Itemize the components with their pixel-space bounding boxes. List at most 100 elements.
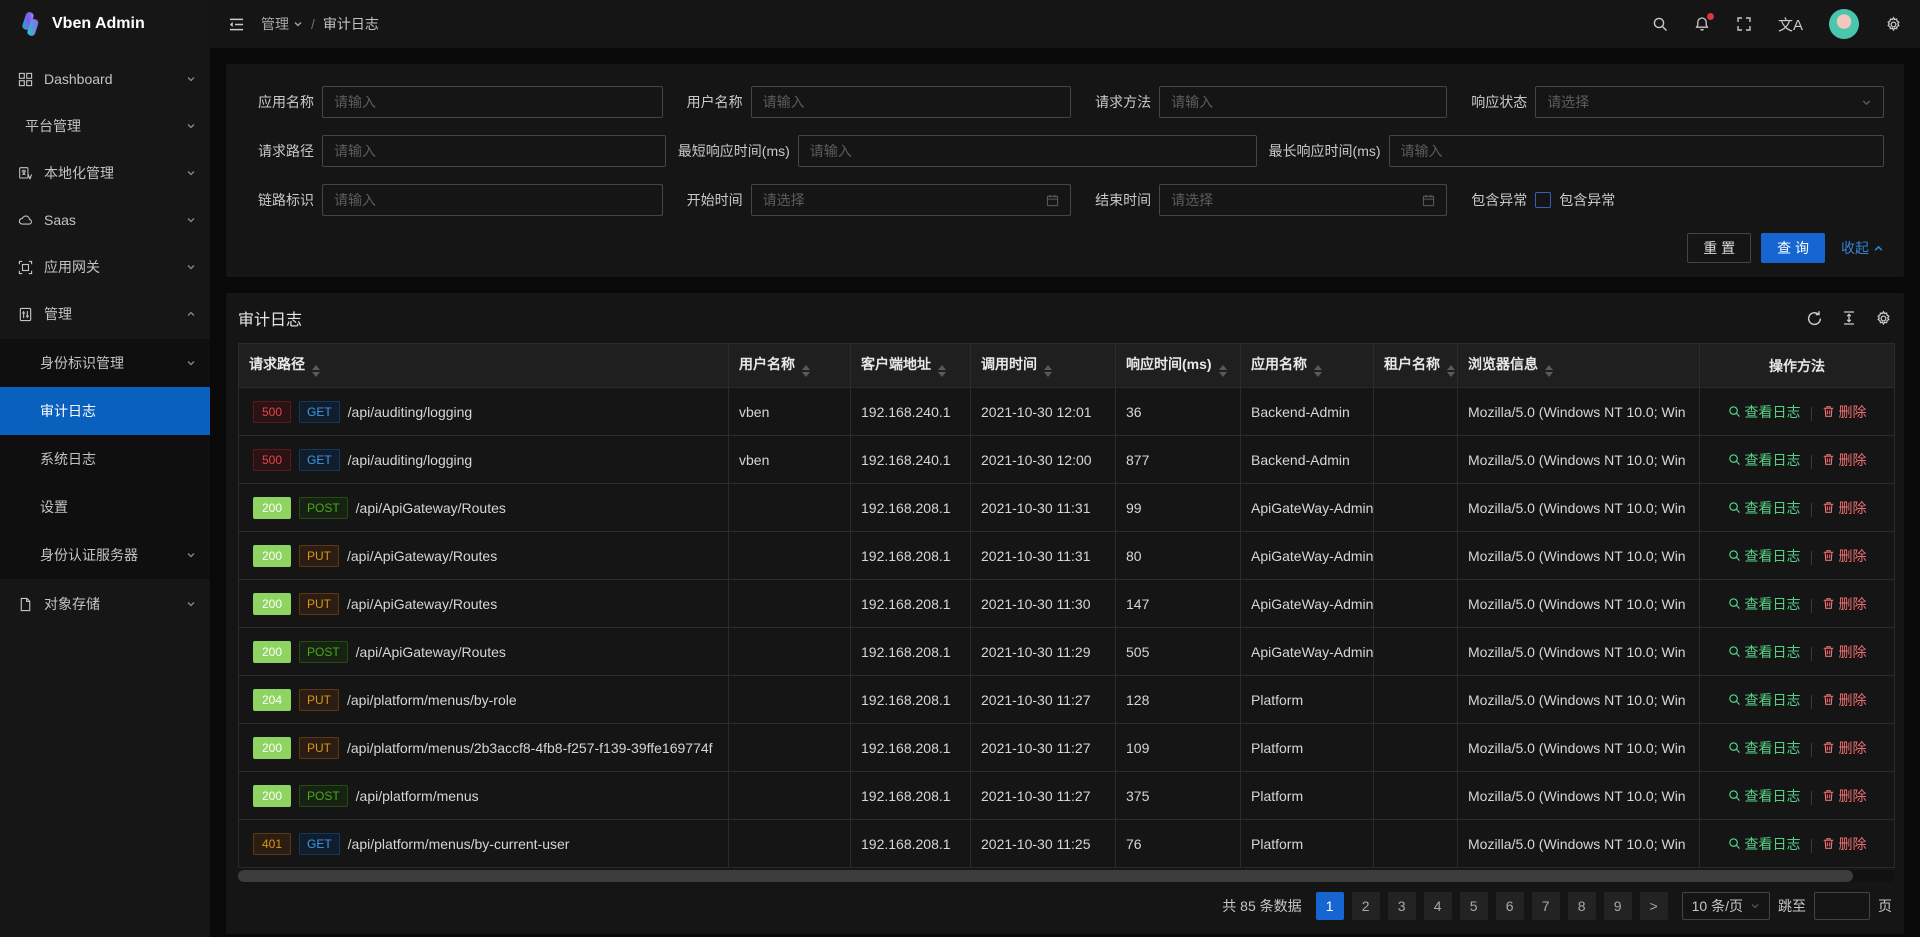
column-header-elapsed[interactable]: 响应时间(ms): [1116, 344, 1241, 388]
view-log-button[interactable]: 查看日志: [1728, 738, 1801, 758]
max-elapsed-input[interactable]: [1389, 135, 1884, 167]
browser-info: Mozilla/5.0 (Windows NT 10.0; Win: [1458, 628, 1700, 676]
view-log-button[interactable]: 查看日志: [1728, 594, 1801, 614]
sidebar-item-admin[interactable]: 管理: [0, 292, 210, 336]
collapse-filter-link[interactable]: 收起: [1841, 238, 1884, 258]
delete-button[interactable]: 删除: [1822, 594, 1867, 614]
jump-page-input[interactable]: [1814, 892, 1870, 920]
refresh-icon[interactable]: [1806, 310, 1823, 327]
sidebar-item-saas[interactable]: Saas: [0, 198, 210, 242]
client-address: 192.168.208.1: [851, 484, 971, 532]
delete-button[interactable]: 删除: [1822, 690, 1867, 710]
translate-icon[interactable]: 文A: [1778, 14, 1803, 35]
column-header-path[interactable]: 请求路径: [239, 344, 729, 388]
page-button-6[interactable]: 6: [1496, 892, 1524, 920]
next-page-button[interactable]: >: [1640, 892, 1668, 920]
sidebar-item-audit-log[interactable]: 审计日志: [0, 387, 210, 435]
user-name: [729, 580, 851, 628]
delete-button[interactable]: 删除: [1822, 786, 1867, 806]
app-name-input[interactable]: [322, 86, 663, 118]
sort-caret-icon[interactable]: [1545, 365, 1553, 377]
sort-caret-icon[interactable]: [1219, 365, 1227, 377]
column-header-user[interactable]: 用户名称: [729, 344, 851, 388]
view-log-button[interactable]: 查看日志: [1728, 450, 1801, 470]
delete-button[interactable]: 删除: [1822, 450, 1867, 470]
notification-badge: [1707, 13, 1714, 20]
http-method-input[interactable]: [1159, 86, 1447, 118]
page-content: 应用名称 用户名称 请求方法 响应状态 请选择: [210, 48, 1920, 937]
sort-caret-icon[interactable]: [1044, 365, 1052, 377]
search-icon: [1728, 405, 1741, 418]
scrollbar-thumb[interactable]: [238, 870, 1853, 882]
sidebar-item-auth-server[interactable]: 身份认证服务器: [0, 531, 210, 579]
elapsed-ms: 147: [1116, 580, 1241, 628]
horizontal-scrollbar[interactable]: [238, 870, 1894, 882]
delete-button[interactable]: 删除: [1822, 738, 1867, 758]
view-log-button[interactable]: 查看日志: [1728, 546, 1801, 566]
view-log-button[interactable]: 查看日志: [1728, 402, 1801, 422]
response-status-select[interactable]: 请选择: [1535, 86, 1884, 118]
sidebar-item-localization[interactable]: 本地化管理: [0, 151, 210, 195]
page-button-7[interactable]: 7: [1532, 892, 1560, 920]
page-button-5[interactable]: 5: [1460, 892, 1488, 920]
page-button-2[interactable]: 2: [1352, 892, 1380, 920]
client-address: 192.168.208.1: [851, 628, 971, 676]
delete-button[interactable]: 删除: [1822, 642, 1867, 662]
delete-button[interactable]: 删除: [1822, 834, 1867, 854]
view-log-button[interactable]: 查看日志: [1728, 690, 1801, 710]
view-log-button[interactable]: 查看日志: [1728, 642, 1801, 662]
page-button-9[interactable]: 9: [1604, 892, 1632, 920]
user-name-input[interactable]: [751, 86, 1071, 118]
call-time: 2021-10-30 11:27: [971, 724, 1116, 772]
page-button-8[interactable]: 8: [1568, 892, 1596, 920]
view-log-button[interactable]: 查看日志: [1728, 786, 1801, 806]
sidebar-item-settings[interactable]: 设置: [0, 483, 210, 531]
sort-caret-icon[interactable]: [1447, 365, 1455, 377]
avatar[interactable]: [1829, 9, 1859, 39]
column-header-client[interactable]: 客户端地址: [851, 344, 971, 388]
delete-button[interactable]: 删除: [1822, 546, 1867, 566]
min-elapsed-input[interactable]: [798, 135, 1257, 167]
breadcrumb-parent[interactable]: 管理: [261, 14, 303, 34]
view-log-button[interactable]: 查看日志: [1728, 834, 1801, 854]
sidebar-item-platform[interactable]: 平台管理: [0, 104, 210, 148]
sort-caret-icon[interactable]: [938, 365, 946, 377]
column-header-app[interactable]: 应用名称: [1241, 344, 1374, 388]
end-time-picker[interactable]: 请选择: [1159, 184, 1447, 216]
gear-icon[interactable]: [1885, 16, 1902, 33]
sort-caret-icon[interactable]: [1314, 365, 1322, 377]
column-header-browser[interactable]: 浏览器信息: [1458, 344, 1700, 388]
table-settings-gear-icon[interactable]: [1875, 310, 1892, 327]
trace-id-input[interactable]: [322, 184, 663, 216]
include-exception-checkbox[interactable]: [1535, 192, 1551, 208]
sidebar-item-dashboard[interactable]: Dashboard: [0, 57, 210, 101]
sort-caret-icon[interactable]: [312, 365, 320, 377]
field-min-elapsed: 最短响应时间(ms): [678, 135, 1257, 167]
sidebar-item-identity[interactable]: 身份标识管理: [0, 339, 210, 387]
search-icon[interactable]: [1652, 16, 1668, 32]
sort-caret-icon[interactable]: [802, 365, 810, 377]
client-address: 192.168.208.1: [851, 580, 971, 628]
delete-button[interactable]: 删除: [1822, 498, 1867, 518]
page-button-4[interactable]: 4: [1424, 892, 1452, 920]
column-header-time[interactable]: 调用时间: [971, 344, 1116, 388]
row-height-icon[interactable]: [1841, 310, 1857, 326]
start-time-picker[interactable]: 请选择: [751, 184, 1071, 216]
request-path-input[interactable]: [322, 135, 666, 167]
sidebar-item-object-storage[interactable]: 对象存储: [0, 582, 210, 626]
page-size-select[interactable]: 10 条/页: [1682, 892, 1770, 920]
logo[interactable]: Vben Admin: [0, 0, 210, 48]
collapse-sidebar-icon[interactable]: [228, 17, 245, 32]
search-button[interactable]: 查 询: [1761, 233, 1825, 263]
view-log-button[interactable]: 查看日志: [1728, 498, 1801, 518]
bell-icon[interactable]: [1694, 16, 1710, 32]
delete-button[interactable]: 删除: [1822, 402, 1867, 422]
status-badge: 500: [253, 449, 291, 471]
reset-button[interactable]: 重 置: [1687, 233, 1751, 263]
column-header-tenant[interactable]: 租户名称: [1374, 344, 1458, 388]
page-button-3[interactable]: 3: [1388, 892, 1416, 920]
page-button-1[interactable]: 1: [1316, 892, 1344, 920]
fullscreen-icon[interactable]: [1736, 16, 1752, 32]
sidebar-item-gateway[interactable]: 应用网关: [0, 245, 210, 289]
sidebar-item-system-log[interactable]: 系统日志: [0, 435, 210, 483]
